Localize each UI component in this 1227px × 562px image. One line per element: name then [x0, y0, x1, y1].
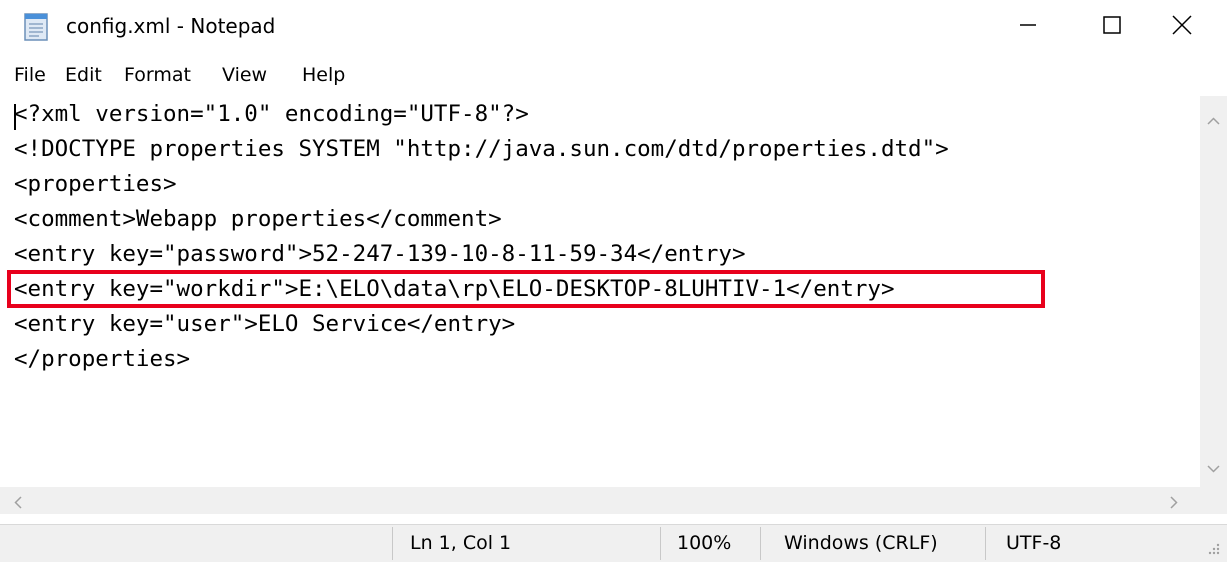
editor-line: <entry key="user">ELO Service</entry>	[14, 311, 516, 337]
editor-line: </properties>	[14, 346, 191, 372]
scroll-left-icon[interactable]	[14, 494, 22, 513]
scroll-up-icon[interactable]	[1207, 110, 1220, 129]
highlight-box	[7, 270, 1045, 308]
scrollbar-corner	[1200, 487, 1227, 514]
menu-edit[interactable]: Edit	[65, 62, 102, 88]
menu-help[interactable]: Help	[302, 62, 345, 88]
status-encoding: UTF-8	[1006, 532, 1062, 554]
status-divider	[660, 527, 661, 560]
editor-line: <entry key="password">52-247-139-10-8-11…	[14, 241, 746, 267]
status-divider	[392, 527, 393, 560]
menu-view[interactable]: View	[222, 62, 267, 88]
maximize-button[interactable]	[1082, 0, 1142, 54]
menu-file[interactable]: File	[14, 62, 46, 88]
text-caret	[14, 104, 16, 130]
minimize-icon	[1018, 15, 1038, 39]
editor-line: <properties>	[14, 171, 177, 197]
notepad-icon	[20, 10, 54, 44]
editor-line: <comment>Webapp properties</comment>	[14, 206, 502, 232]
title-bar: config.xml - Notepad	[0, 0, 1227, 54]
status-zoom: 100%	[677, 532, 732, 554]
minimize-button[interactable]	[998, 0, 1058, 54]
status-divider	[985, 527, 986, 560]
status-line-ending: Windows (CRLF)	[784, 532, 938, 554]
window-title: config.xml - Notepad	[66, 14, 276, 38]
maximize-icon	[1102, 15, 1122, 39]
menu-bar: File Edit Format View Help	[0, 58, 1227, 92]
status-divider	[760, 527, 761, 560]
vertical-scrollbar[interactable]	[1200, 96, 1227, 487]
horizontal-scrollbar[interactable]	[0, 487, 1200, 514]
editor-line: <!DOCTYPE properties SYSTEM "http://java…	[14, 136, 949, 162]
close-button[interactable]	[1152, 0, 1212, 54]
status-bar: Ln 1, Col 1 100% Windows (CRLF) UTF-8	[0, 524, 1227, 562]
scroll-down-icon[interactable]	[1207, 458, 1220, 477]
close-icon	[1171, 14, 1193, 40]
text-editor[interactable]: <?xml version="1.0" encoding="UTF-8"?> <…	[0, 96, 1200, 487]
scroll-right-icon[interactable]	[1170, 494, 1178, 513]
menu-format[interactable]: Format	[124, 62, 191, 88]
resize-grip-icon[interactable]	[1207, 541, 1221, 560]
status-position: Ln 1, Col 1	[410, 532, 512, 554]
editor-line: <?xml version="1.0" encoding="UTF-8"?>	[14, 101, 529, 127]
